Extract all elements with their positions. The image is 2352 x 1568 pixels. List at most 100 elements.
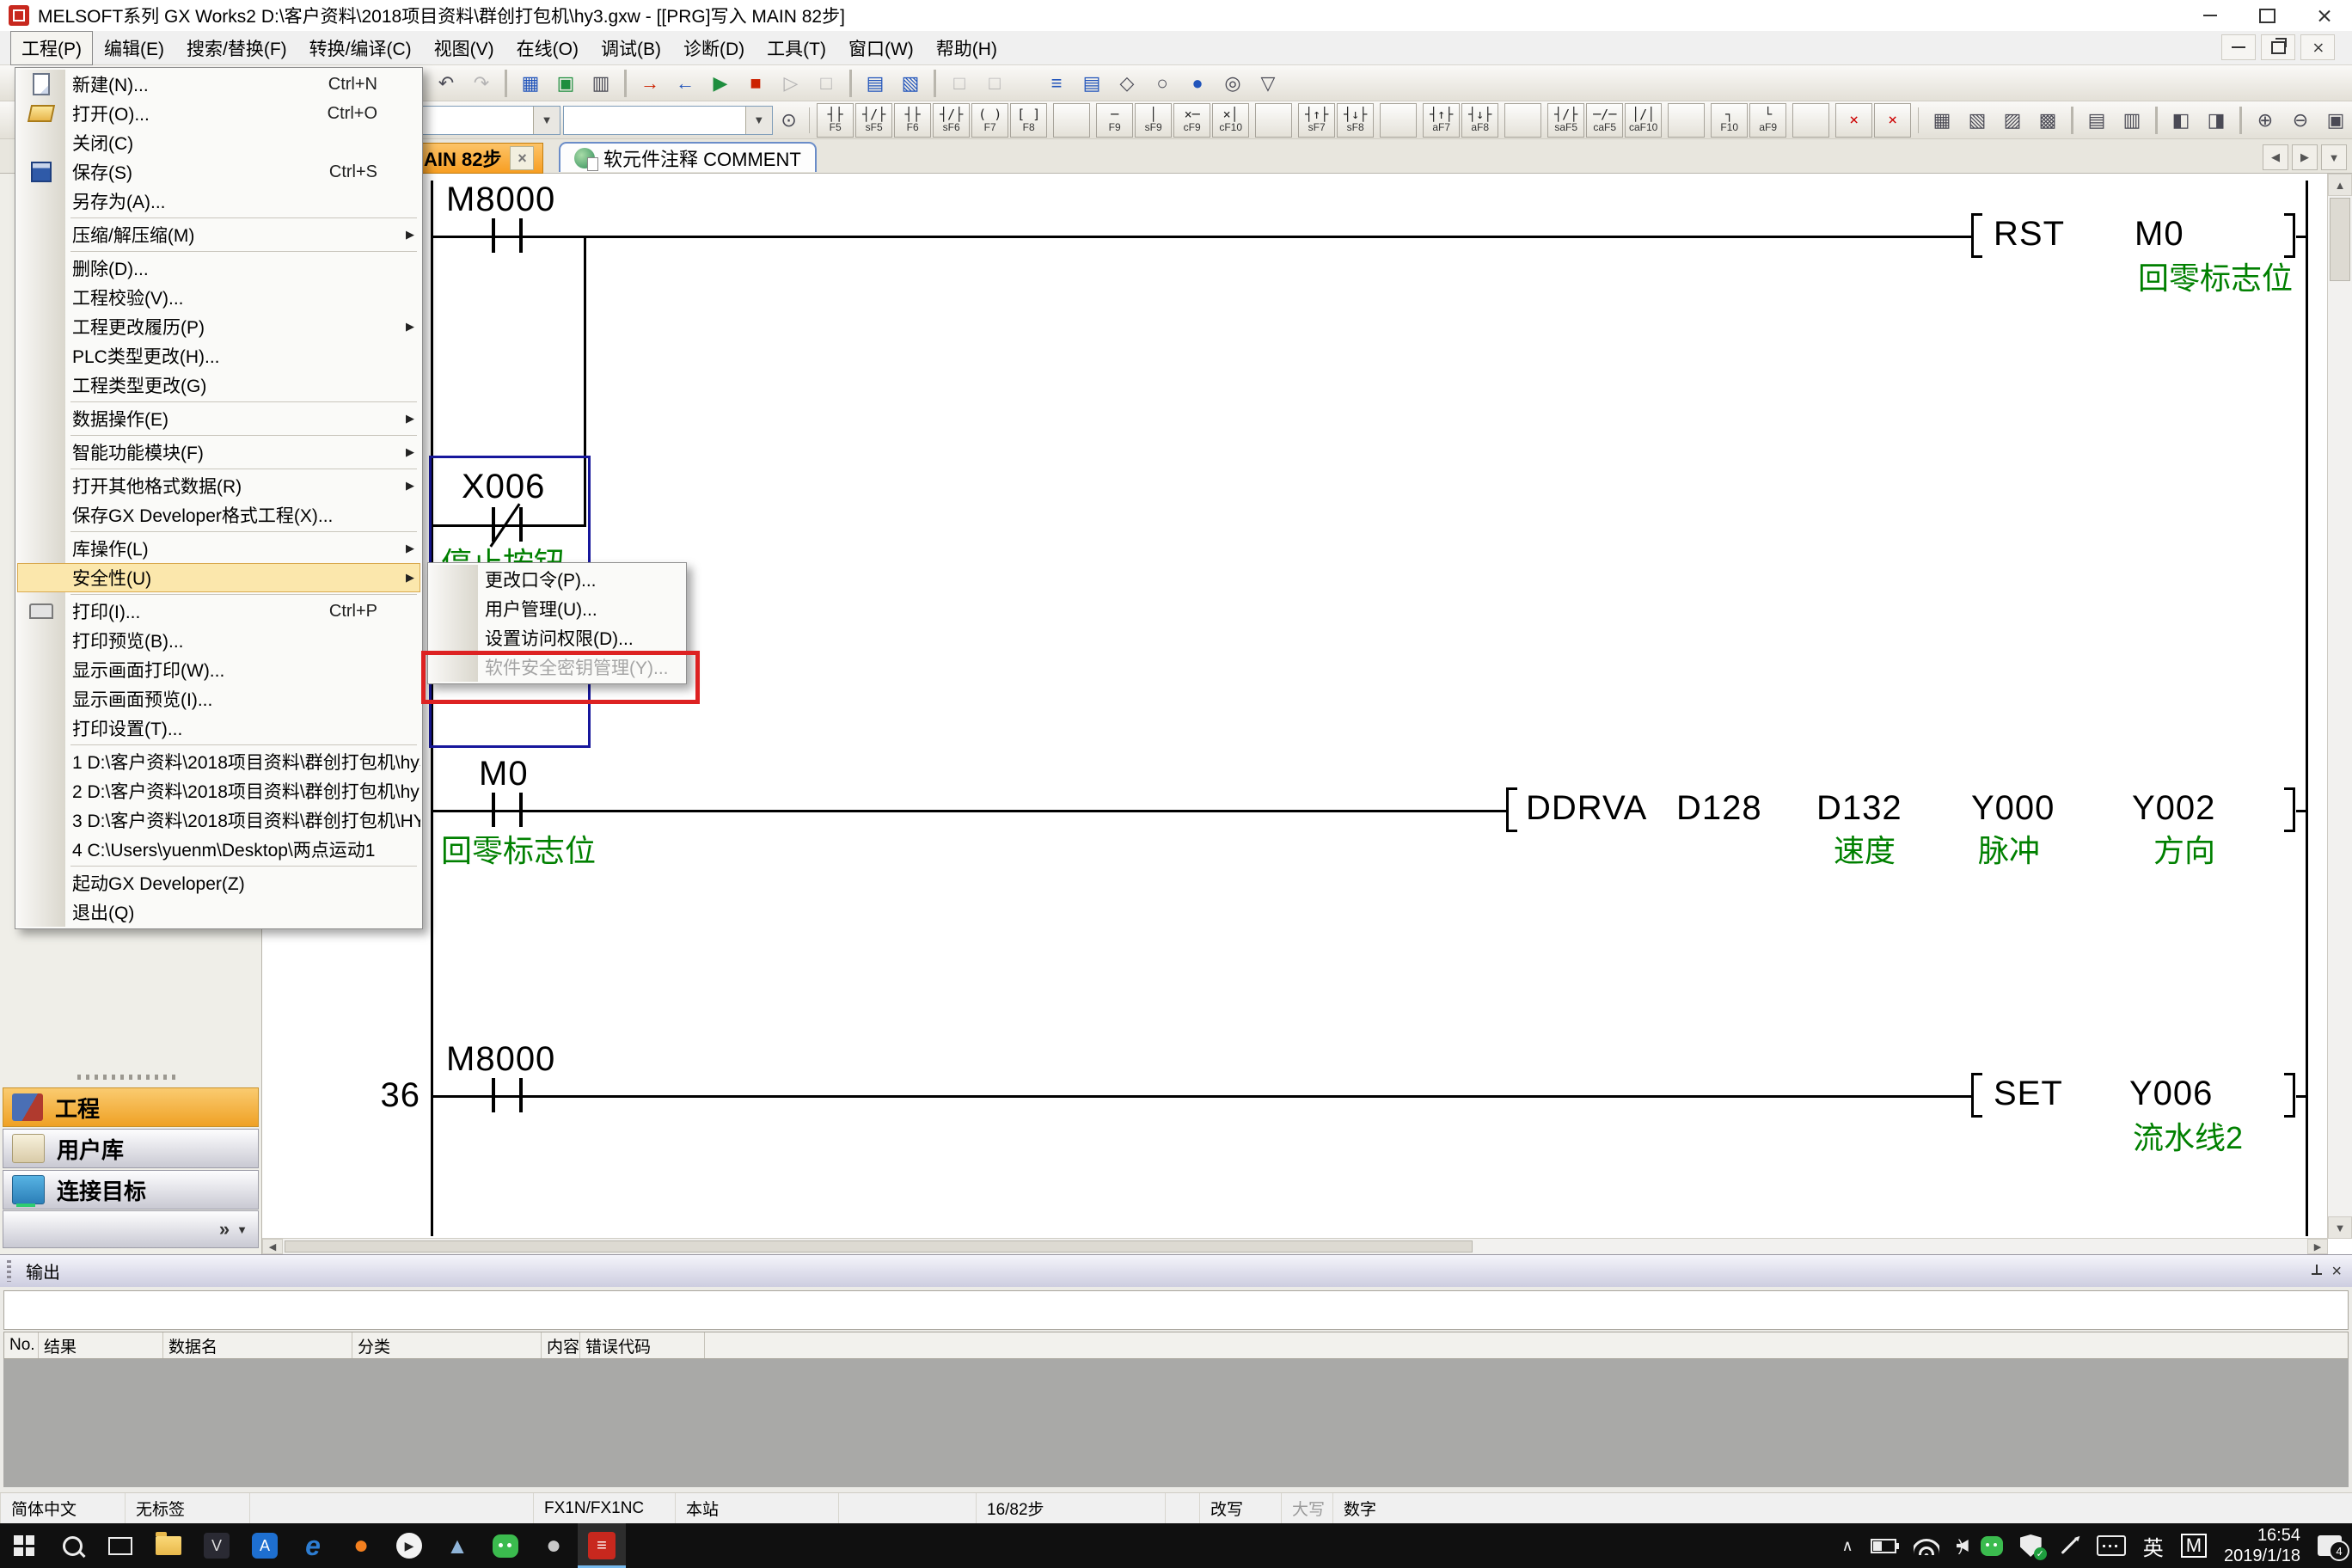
pin-icon[interactable]: [2311, 1265, 2323, 1278]
defender-shield-icon[interactable]: ✓: [2020, 1534, 2042, 1557]
ladder-symbol-button[interactable]: ┤↓├sF8: [1337, 103, 1374, 138]
clock[interactable]: 16:54 2019/1/18: [2224, 1525, 2300, 1566]
menu-item[interactable]: 显示画面打印(W)...: [17, 655, 420, 684]
menu-item[interactable]: 保存GX Developer格式工程(X)...: [17, 500, 420, 530]
menu-item[interactable]: 工程类型更改(G): [17, 371, 420, 400]
menu-item[interactable]: 起动GX Developer(Z): [17, 868, 420, 897]
mdi-restore-button[interactable]: [2261, 34, 2295, 60]
tab-list-button[interactable]: ▼: [2321, 144, 2347, 170]
scroll-right-icon[interactable]: ▶: [2307, 1239, 2328, 1254]
dialog-b-icon[interactable]: □: [978, 67, 1011, 100]
task-view-button[interactable]: [96, 1523, 144, 1568]
menu-bar-item[interactable]: 诊断(D): [672, 31, 756, 65]
menu-item[interactable]: PLC类型更改(H)...: [17, 341, 420, 371]
monitor-watch-icon[interactable]: □: [810, 67, 842, 100]
touch-keyboard-icon[interactable]: [2097, 1535, 2126, 1556]
menu-item[interactable]: 删除(D)...: [17, 254, 420, 283]
device-comment[interactable]: 方向: [2153, 832, 2215, 870]
menu-bar-item[interactable]: 帮助(H): [925, 31, 1008, 65]
menu-bar-item[interactable]: 工程(P): [10, 31, 93, 65]
scroll-down-icon[interactable]: ▼: [2328, 1216, 2352, 1239]
sidebar-item-project[interactable]: 工程: [3, 1087, 259, 1127]
undo-icon[interactable]: ↶: [430, 67, 462, 100]
app-store-icon[interactable]: A: [241, 1523, 289, 1568]
operand-y002[interactable]: Y002: [2132, 789, 2215, 828]
tray-chevron-up-icon[interactable]: ∧: [1842, 1537, 1853, 1555]
tab-device-comment[interactable]: 软元件注释 COMMENT: [559, 142, 817, 172]
app-triangle-icon[interactable]: ▲: [433, 1523, 481, 1568]
volume-icon[interactable]: ): [1957, 1537, 1963, 1555]
splitter-handle[interactable]: [77, 1075, 181, 1080]
menu-item[interactable]: 数据操作(E) ▶: [17, 404, 420, 433]
menu-item[interactable]: 关闭(C): [17, 128, 420, 157]
menu-bar-item[interactable]: 视图(V): [423, 31, 505, 65]
maximize-button[interactable]: [2239, 0, 2295, 31]
menu-item[interactable]: 安全性(U) ▶: [17, 563, 420, 592]
menu-item[interactable]: 1 D:\客户资料\2018项目资料\群创打包机\hy3: [17, 747, 420, 776]
menu-item[interactable]: 另存为(A)...: [17, 187, 420, 216]
menu-bar-item[interactable]: 工具(T): [756, 31, 837, 65]
menu-bar-item[interactable]: 在线(O): [505, 31, 590, 65]
ime-mode-indicator[interactable]: M: [2181, 1534, 2207, 1558]
device-comment-icon[interactable]: ◇: [1111, 67, 1143, 100]
grid-c-icon[interactable]: ▨: [1996, 104, 2029, 137]
tab-main-program[interactable]: AIN 82步 ×: [414, 143, 543, 174]
device-list-icon[interactable]: ●: [1181, 67, 1214, 100]
operand-d132[interactable]: D132: [1816, 789, 1902, 828]
vertical-scrollbar[interactable]: ▲ ▼: [2327, 174, 2352, 1239]
menu-bar-item[interactable]: 转换/编译(C): [298, 31, 423, 65]
read-from-plc-icon[interactable]: ←: [669, 67, 701, 100]
menu-item[interactable]: 打印(I)... Ctrl+P: [17, 597, 420, 626]
device-batch-icon[interactable]: ▥: [585, 67, 617, 100]
contact-label[interactable]: M0: [479, 755, 529, 793]
ladder-symbol-button[interactable]: ┤↑├aF7: [1423, 103, 1460, 138]
wechat-tray-icon[interactable]: [1981, 1536, 2003, 1556]
ime-language-indicator[interactable]: 英: [2143, 1531, 2164, 1561]
note-icon[interactable]: ▤: [1075, 67, 1108, 100]
output-column-header[interactable]: 分类: [352, 1332, 542, 1358]
ladder-symbol-button[interactable]: ×│cF10: [1212, 103, 1249, 138]
menu-item[interactable]: 退出(Q): [17, 897, 420, 927]
ladder-symbol-button[interactable]: │sF9: [1135, 103, 1172, 138]
mdi-minimize-button[interactable]: [2221, 34, 2256, 60]
output-column-header[interactable]: 数据名: [163, 1332, 352, 1358]
write-to-plc-icon[interactable]: →: [634, 67, 666, 100]
cross-reference-icon[interactable]: ○: [1146, 67, 1179, 100]
delete-row-icon[interactable]: ▥: [2116, 104, 2148, 137]
ladder-symbol-button[interactable]: [ ]F8: [1010, 103, 1047, 138]
ladder-symbol-button[interactable]: ┤/├sF6: [933, 103, 970, 138]
menu-bar-item[interactable]: 调试(B): [590, 31, 672, 65]
menu-item[interactable]: 工程校验(V)...: [17, 283, 420, 312]
output-column-header[interactable]: No.: [4, 1332, 39, 1358]
file-explorer-icon[interactable]: [144, 1523, 193, 1568]
submenu-item[interactable]: 设置访问权限(D)...: [430, 623, 684, 652]
close-button[interactable]: [2295, 0, 2352, 31]
ladder-symbol-button[interactable]: [1380, 103, 1417, 138]
notification-center-button[interactable]: 4: [2318, 1535, 2342, 1556]
sidebar-item-user-library[interactable]: 用户库: [3, 1129, 259, 1168]
operand-d128[interactable]: D128: [1676, 789, 1762, 828]
fit-view-icon[interactable]: ▣: [2319, 104, 2352, 137]
menu-item[interactable]: 4 C:\Users\yuenm\Desktop\两点运动1: [17, 835, 420, 864]
sidebar-item-connection[interactable]: 连接目标: [3, 1170, 259, 1210]
grid-a-icon[interactable]: ▦: [1926, 104, 1958, 137]
grid-b-icon[interactable]: ▧: [1961, 104, 1994, 137]
ladder-symbol-button[interactable]: ( )F7: [971, 103, 1008, 138]
menu-item[interactable]: 打开(O)... Ctrl+O: [17, 99, 420, 128]
ladder-symbol-button[interactable]: ×─cF9: [1173, 103, 1210, 138]
submenu-item[interactable]: 用户管理(U)...: [430, 594, 684, 623]
monitor-mode-icon[interactable]: ▣: [549, 67, 582, 100]
edge-icon[interactable]: e: [289, 1523, 337, 1568]
menu-bar-item[interactable]: 窗口(W): [837, 31, 925, 65]
ladder-symbol-button[interactable]: ┤/├saF5: [1547, 103, 1584, 138]
submenu-item[interactable]: 更改口令(P)...: [430, 565, 684, 594]
device-comment[interactable]: 脉冲: [1978, 832, 2040, 870]
wechat-taskbar-icon[interactable]: [481, 1523, 530, 1568]
scroll-up-icon[interactable]: ▲: [2328, 174, 2352, 196]
ladder-symbol-button[interactable]: ×: [1874, 103, 1911, 138]
device-comment[interactable]: 流水线2: [2133, 1119, 2243, 1157]
tab-close-button[interactable]: ×: [510, 146, 534, 170]
output-column-header[interactable]: 错误代码: [580, 1332, 705, 1358]
simulation-start-icon[interactable]: ▤: [859, 67, 891, 100]
find-button[interactable]: ⊙: [775, 104, 803, 137]
